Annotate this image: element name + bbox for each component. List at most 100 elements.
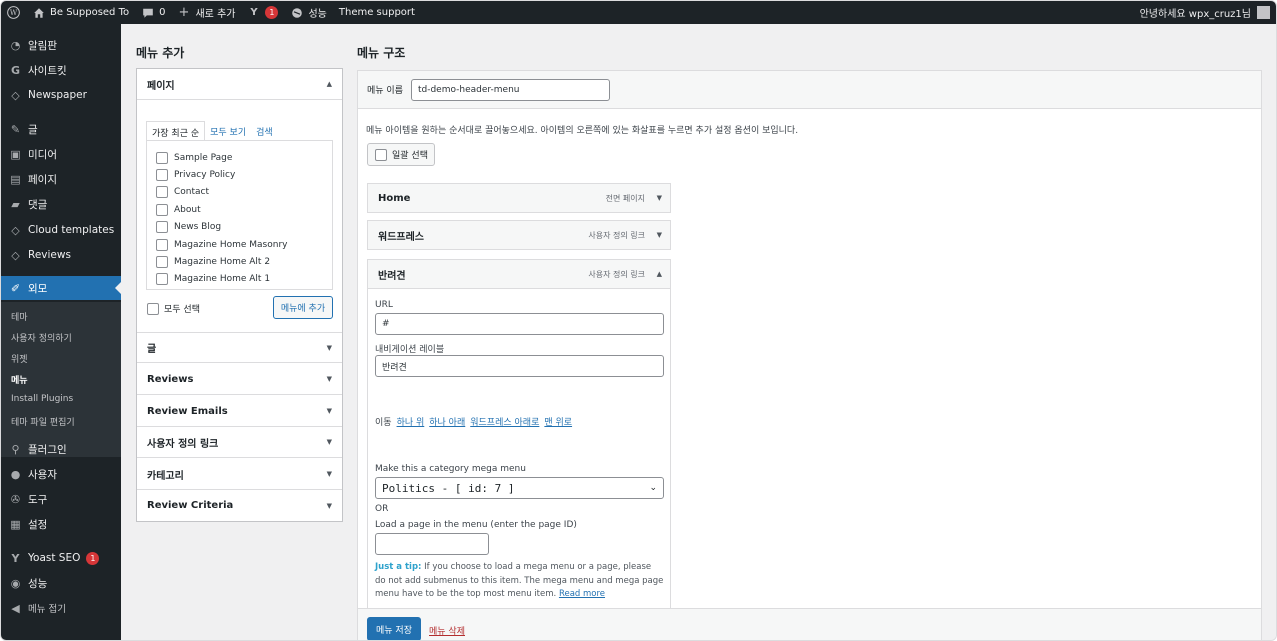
list-item[interactable]: Sample Page (156, 152, 232, 164)
sidebar-item-sitekit[interactable]: G 사이트킷 (1, 58, 121, 82)
page-id-input[interactable] (375, 533, 489, 555)
sidebar-item-reviews[interactable]: ◇ Reviews (1, 243, 121, 267)
sidebar-item-media[interactable]: ▣ 미디어 (1, 142, 121, 166)
checkbox[interactable] (156, 256, 168, 268)
move-under-link[interactable]: 워드프레스 아래로 (470, 415, 539, 428)
accordion-review-emails[interactable]: Review Emails ▼ (137, 396, 342, 427)
list-item[interactable]: Magazine Home Alt 2 (156, 256, 270, 268)
accordion-posts[interactable]: 글 ▼ (137, 332, 342, 363)
site-name-link[interactable]: Be Supposed To (26, 1, 135, 24)
greeting: 안녕하세요 wpx_cruz1님 (1139, 9, 1251, 20)
sidebar-collapse[interactable]: ◀ 메뉴 접기 (1, 596, 121, 620)
menu-item-type: 전면 페이지 (605, 193, 645, 203)
checkbox[interactable] (156, 169, 168, 181)
sidebar-item-dashboard[interactable]: ◔ 알림판 (1, 33, 121, 57)
menu-footer: 메뉴 저장 메뉴 삭제 (358, 608, 1261, 640)
checkbox[interactable] (156, 204, 168, 216)
move-up-link[interactable]: 하나 위 (397, 415, 425, 428)
move-down-link[interactable]: 하나 아래 (429, 415, 465, 428)
sidebar-item-settings[interactable]: ▦ 설정 (1, 512, 121, 536)
nav-label-input[interactable]: 반려견 (375, 355, 664, 377)
sidebar-item-users[interactable]: ● 사용자 (1, 462, 121, 486)
menu-name-input[interactable]: td-demo-header-menu (410, 78, 610, 101)
sidebar-item-performance[interactable]: ◉ 성능 (1, 571, 121, 595)
sidebar-item-label: 플러그인 (28, 443, 67, 456)
menu-instructions: 메뉴 아이템을 원하는 순서대로 끌어놓으세요. 아이템의 오른쪽에 있는 화살… (366, 126, 799, 136)
checkbox[interactable] (156, 273, 168, 285)
sidebar-item-pages[interactable]: ▤ 페이지 (1, 167, 121, 191)
performance-link[interactable]: 성능 (284, 1, 332, 24)
list-item[interactable]: News Blog (156, 221, 221, 233)
sidebar-item-comments[interactable]: ▰ 댓글 (1, 192, 121, 216)
url-input[interactable]: # (375, 313, 664, 335)
checkbox[interactable] (156, 221, 168, 233)
submenu-themes[interactable]: 테마 (11, 310, 28, 323)
list-item[interactable]: Magazine Home Alt 1 (156, 273, 270, 285)
mega-menu-select[interactable]: Politics - [ id: 7 ] ⌄ (375, 477, 664, 499)
menu-item-home[interactable]: Home 전면 페이지 ▼ (367, 183, 671, 213)
sidebar-item-appearance[interactable]: ✐ 외모 (1, 276, 121, 300)
submenu-widgets[interactable]: 위젯 (11, 352, 28, 365)
wordpress-logo[interactable]: W (1, 1, 26, 24)
submenu-menus[interactable]: 메뉴 (11, 373, 28, 386)
user-icon: ● (10, 467, 21, 481)
save-menu-button[interactable]: 메뉴 저장 (367, 617, 421, 640)
sidebar-item-newspaper[interactable]: ◇ Newspaper (1, 83, 121, 107)
sidebar-item-tools[interactable]: ✇ 도구 (1, 487, 121, 511)
list-item[interactable]: Magazine Home Masonry (156, 239, 287, 251)
accordion-review-criteria[interactable]: Review Criteria ▼ (137, 490, 342, 521)
yoast-icon: Y (11, 551, 20, 565)
diamond-icon: ◇ (11, 88, 20, 102)
account-menu[interactable]: 안녕하세요 wpx_cruz1님 (1140, 5, 1276, 20)
list-item[interactable]: Privacy Policy (156, 169, 235, 181)
admin-bar: W Be Supposed To 0 + 새로 추가 Y 1 성능 Theme … (1, 1, 1276, 24)
caret-down-icon: ▼ (326, 470, 332, 478)
add-to-menu-button[interactable]: 메뉴에 추가 (273, 296, 333, 319)
sidebar-item-label: Reviews (28, 249, 71, 261)
tip-title: Just a tip: (375, 562, 422, 572)
menu-item-dog[interactable]: 반려견 사용자 정의 링크 ▲ (367, 259, 671, 289)
accordion-pages[interactable]: 페이지 ▲ (137, 69, 342, 100)
yoast-link[interactable]: Y 1 (241, 1, 284, 24)
caret-down-icon: ▼ (326, 501, 332, 510)
caret-down-icon[interactable]: ▼ (657, 231, 662, 239)
menu-item-title: Home (378, 192, 411, 204)
select-all-checkbox[interactable]: 모두 선택 (147, 302, 200, 315)
caret-up-icon[interactable]: ▲ (657, 270, 662, 278)
caret-down-icon: ▼ (326, 438, 332, 446)
read-more-link[interactable]: Read more (559, 589, 605, 599)
caret-down-icon[interactable]: ▼ (657, 194, 662, 202)
sidebar-item-plugins[interactable]: ⚲ 플러그인 (1, 437, 121, 461)
accordion-reviews[interactable]: Reviews ▼ (137, 364, 342, 395)
caret-down-icon: ▼ (326, 343, 332, 352)
comments-link[interactable]: 0 (135, 1, 171, 24)
bulk-select-toggle[interactable]: 일괄 선택 (367, 143, 435, 166)
submenu-theme-editor[interactable]: 테마 파일 편집기 (11, 415, 75, 428)
checkbox[interactable] (147, 302, 159, 315)
submenu-install-plugins[interactable]: Install Plugins (11, 394, 73, 404)
theme-support-link[interactable]: Theme support (333, 1, 421, 24)
sidebar-item-posts[interactable]: ✎ 글 (1, 117, 121, 141)
list-item[interactable]: About (156, 204, 201, 216)
sidebar-item-yoast[interactable]: Y Yoast SEO 1 (1, 546, 121, 570)
submenu-customize[interactable]: 사용자 정의하기 (11, 331, 72, 344)
menu-item-wordpress[interactable]: 워드프레스 사용자 정의 링크 ▼ (367, 220, 671, 250)
accordion-title: Review Criteria (147, 500, 234, 511)
new-content-link[interactable]: + 새로 추가 (171, 1, 241, 24)
list-item[interactable]: Contact (156, 186, 209, 198)
sidebar-item-label: Newspaper (28, 89, 87, 101)
checkbox[interactable] (375, 148, 387, 161)
sidebar-item-cloud-templates[interactable]: ◇ Cloud templates (1, 218, 121, 242)
checkbox[interactable] (156, 152, 168, 164)
menu-item-title: 워드프레스 (378, 231, 424, 243)
move-top-link[interactable]: 맨 위로 (544, 415, 572, 428)
accordion-custom-links[interactable]: 사용자 정의 링크 ▼ (137, 427, 342, 458)
pin-icon: ✎ (10, 122, 21, 136)
checkbox[interactable] (156, 239, 168, 251)
accordion-categories[interactable]: 카테고리 ▼ (137, 459, 342, 490)
sidebar-item-label: 글 (28, 123, 38, 136)
delete-menu-link[interactable]: 메뉴 삭제 (429, 624, 465, 637)
page-label: News Blog (174, 222, 222, 232)
yoast-badge: 1 (86, 551, 100, 565)
checkbox[interactable] (156, 186, 168, 198)
